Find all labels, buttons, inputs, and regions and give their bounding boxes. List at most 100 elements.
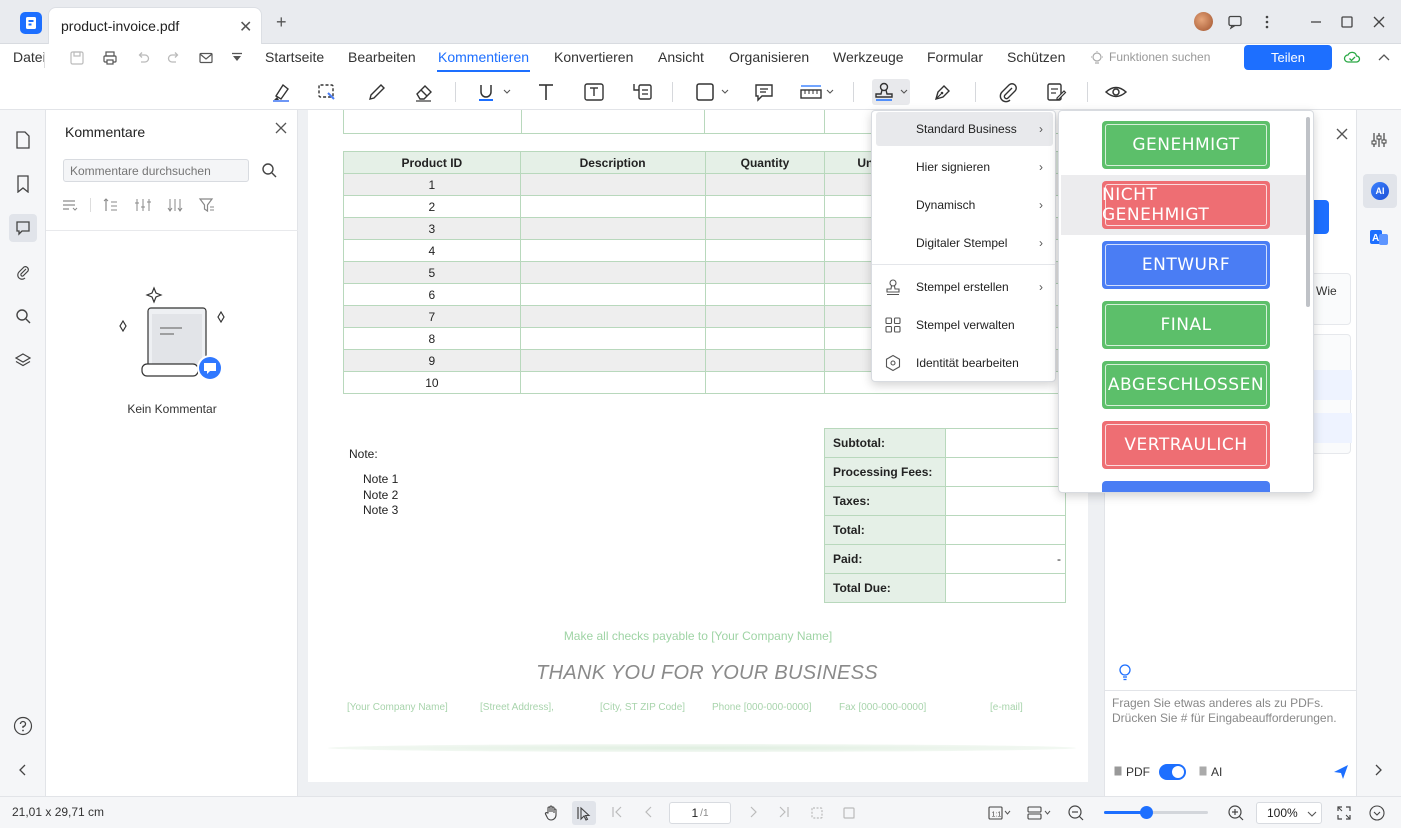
rotate-page-icon[interactable]: [809, 805, 825, 821]
comment-search-input[interactable]: [63, 159, 249, 182]
properties-icon[interactable]: [1370, 131, 1388, 149]
signature-pen-icon[interactable]: [930, 79, 956, 105]
menu-item-digital-stamp[interactable]: Digitaler Stempel ›: [876, 226, 1053, 260]
comment-icon[interactable]: [9, 214, 37, 242]
last-page-icon[interactable]: [777, 805, 791, 819]
mail-icon[interactable]: [198, 50, 214, 66]
pencil-icon[interactable]: [364, 79, 390, 105]
attachment-icon[interactable]: [995, 79, 1021, 105]
zoom-out-icon[interactable]: [1067, 804, 1085, 822]
page-number-input[interactable]: 1/1: [669, 802, 731, 824]
menu-ansicht[interactable]: Ansicht: [658, 49, 704, 65]
shape-icon[interactable]: [693, 79, 731, 105]
menu-werkzeuge[interactable]: Werkzeuge: [833, 49, 904, 65]
filter-list-icon[interactable]: [61, 197, 79, 213]
stamp-icon[interactable]: [872, 79, 910, 105]
layers-icon[interactable]: [9, 346, 37, 374]
filter-date-icon[interactable]: [166, 197, 184, 213]
stamp-panel-scrollbar[interactable]: [1306, 117, 1310, 307]
maximize-icon[interactable]: [1333, 8, 1361, 36]
menu-bearbeiten[interactable]: Bearbeiten: [348, 49, 416, 65]
feature-search[interactable]: Funktionen suchen: [1109, 50, 1210, 64]
more-options-icon[interactable]: [1253, 8, 1281, 36]
menu-item-edit-identity[interactable]: Identität bearbeiten: [876, 346, 1053, 380]
stamp-partially-visible[interactable]: [1102, 481, 1270, 492]
menu-item-dynamic[interactable]: Dynamisch ›: [876, 188, 1053, 222]
menu-item-sign-here[interactable]: Hier signieren ›: [876, 150, 1053, 184]
stamp-final[interactable]: FINAL: [1102, 301, 1270, 349]
next-page-icon[interactable]: [746, 805, 760, 819]
eye-icon[interactable]: [1103, 79, 1129, 105]
ai-suggestion-card[interactable]: [1311, 334, 1352, 454]
ai-suggestion-item[interactable]: [1312, 370, 1352, 400]
stamp-nicht-genehmigt[interactable]: NICHT GENEHMIGT: [1102, 181, 1270, 229]
feedback-icon[interactable]: [1221, 8, 1249, 36]
send-icon[interactable]: [1333, 764, 1349, 780]
stamp-vertraulich[interactable]: VERTRAULICH: [1102, 421, 1270, 469]
zoom-slider-track[interactable]: [1104, 806, 1208, 819]
collapse-sidebar-icon[interactable]: [9, 756, 37, 784]
user-avatar[interactable]: [1194, 12, 1213, 31]
save-icon[interactable]: [69, 50, 85, 66]
fullscreen-icon[interactable]: [1336, 805, 1352, 821]
ai-suggestion-item[interactable]: [1312, 413, 1352, 443]
ai-suggestion-card[interactable]: Wie: [1311, 273, 1351, 325]
minimize-icon[interactable]: [1302, 8, 1330, 36]
attachment-icon[interactable]: [9, 258, 37, 286]
textbox-icon[interactable]: [581, 79, 607, 105]
stamp-abgeschlossen[interactable]: ABGESCHLOSSEN: [1102, 361, 1270, 409]
stamp-entwurf[interactable]: ENTWURF: [1102, 241, 1270, 289]
search-icon[interactable]: [9, 302, 37, 330]
text-icon[interactable]: [533, 79, 559, 105]
menu-item-manage-stamps[interactable]: Stempel verwalten: [876, 308, 1053, 342]
undo-icon[interactable]: [135, 50, 151, 66]
sort-icon[interactable]: [102, 197, 120, 213]
menu-startseite[interactable]: Startseite: [265, 49, 324, 65]
redo-icon[interactable]: [166, 50, 182, 66]
translate-icon[interactable]: A: [1369, 227, 1389, 247]
eraser-icon[interactable]: [411, 79, 437, 105]
close-window-icon[interactable]: [1365, 8, 1393, 36]
callout-icon[interactable]: [629, 79, 655, 105]
filter-icon[interactable]: [198, 197, 216, 213]
menu-konvertieren[interactable]: Konvertieren: [554, 49, 633, 65]
zoom-slider-thumb[interactable]: [1140, 806, 1153, 819]
menu-formular[interactable]: Formular: [927, 49, 983, 65]
menu-item-standard-business[interactable]: Standard Business ›: [876, 112, 1053, 146]
ai-assistant-button[interactable]: AI: [1363, 174, 1397, 208]
select-tool-icon[interactable]: [572, 801, 596, 825]
menu-schuetzen[interactable]: Schützen: [1007, 49, 1065, 65]
form-edit-icon[interactable]: [1043, 79, 1069, 105]
close-ai-panel-icon[interactable]: [1336, 128, 1348, 140]
menu-file[interactable]: Datei: [13, 49, 46, 65]
lightbulb-icon[interactable]: [1117, 663, 1133, 681]
menu-item-create-stamp[interactable]: Stempel erstellen ›: [876, 270, 1053, 304]
actual-size-icon[interactable]: 1:1: [988, 805, 1012, 821]
menu-kommentieren[interactable]: Kommentieren: [438, 49, 529, 65]
page-thumbnail-icon[interactable]: [9, 126, 37, 154]
page-layout-icon[interactable]: [1027, 805, 1053, 821]
ai-prompt-input[interactable]: Fragen Sie etwas anderes als zu PDFs. Dr…: [1112, 696, 1352, 732]
expand-panel-icon[interactable]: [1371, 763, 1385, 777]
new-tab-icon[interactable]: +: [276, 12, 287, 33]
pdf-ai-toggle[interactable]: [1159, 764, 1186, 780]
bookmark-icon[interactable]: [9, 170, 37, 198]
stamp-genehmigt[interactable]: GENEHMIGT: [1102, 121, 1270, 169]
search-icon[interactable]: [261, 162, 277, 178]
document-tab[interactable]: product-invoice.pdf ✕: [48, 7, 262, 44]
close-tab-icon[interactable]: ✕: [239, 17, 252, 37]
hand-tool-icon[interactable]: [543, 804, 561, 822]
menu-organisieren[interactable]: Organisieren: [729, 49, 809, 65]
measure-icon[interactable]: [798, 79, 836, 105]
collapse-ribbon-icon[interactable]: [1376, 50, 1392, 66]
quick-access-dropdown-icon[interactable]: [230, 51, 244, 65]
cloud-sync-icon[interactable]: [1343, 49, 1361, 67]
zoom-select[interactable]: 100%: [1256, 802, 1322, 824]
zoom-in-icon[interactable]: [1227, 804, 1245, 822]
share-button[interactable]: Teilen: [1244, 45, 1332, 70]
previous-page-icon[interactable]: [642, 805, 656, 819]
print-icon[interactable]: [102, 50, 118, 66]
filter-author-icon[interactable]: [134, 197, 152, 213]
fit-page-icon[interactable]: [841, 805, 857, 821]
note-icon[interactable]: [751, 79, 777, 105]
